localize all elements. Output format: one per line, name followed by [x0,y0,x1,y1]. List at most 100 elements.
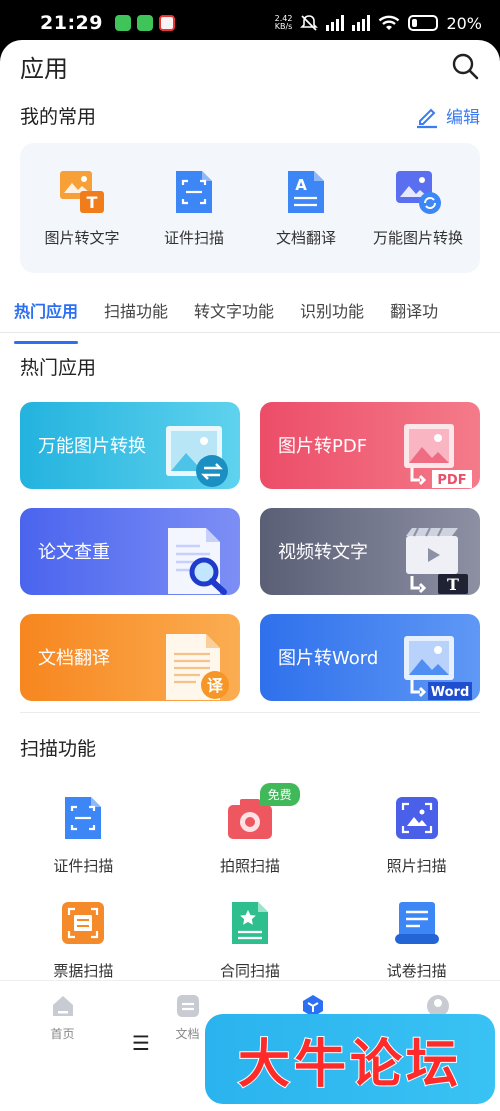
tab-to-text[interactable]: 转文字功能 [194,298,274,334]
page-title: 应用 [20,54,68,83]
receipt-scan-icon [62,902,105,944]
image-convert-art-icon [166,426,228,487]
scan-camera[interactable]: 免费 拍照扫描 [167,783,334,876]
signal-icon-1 [326,15,345,31]
hot-card-image-to-pdf[interactable]: 图片转PDF PDF [260,402,480,489]
scan-title: 扫描功能 [20,738,97,760]
home-icon [52,996,73,1016]
exam-scan-icon [394,902,439,944]
scan-receipt[interactable]: 票据扫描 [0,900,167,981]
tab-scan[interactable]: 扫描功能 [104,298,168,334]
hot-card-label: 文档翻译 [38,648,110,669]
app-surface: 应用 我的常用 编辑 T 图片转文字 证件扫描 A 文档翻译 万能图片转换 热门… [0,40,500,1111]
scan-label: 照片扫描 [386,857,447,875]
tab-recognize[interactable]: 识别功能 [300,298,364,334]
scan-id[interactable]: 证件扫描 [0,795,167,876]
scan-header: 扫描功能 [20,734,480,761]
nav-label: 文档 [175,1027,200,1041]
scan-exam[interactable]: 试卷扫描 [333,900,500,981]
image-to-word-art-icon: Word [404,636,472,700]
fav-label: 万能图片转换 [372,228,463,247]
favorites-header: 我的常用 编辑 [20,102,480,129]
fav-label: 文档翻译 [275,228,336,247]
notification-icons [114,15,175,31]
hot-card-label: 论文查重 [38,542,110,563]
search-icon[interactable] [450,51,480,81]
top-bar: 应用 [20,46,480,86]
tabs-divider [0,332,500,333]
scan-label: 试卷扫描 [386,962,447,980]
hot-card-video-to-text[interactable]: 视频转文字 T [260,508,480,595]
translate-badge: 译 [207,676,224,695]
doc-translate-icon: A [288,170,324,213]
favorites-card: T 图片转文字 证件扫描 A 文档翻译 万能图片转换 [20,143,480,273]
nav-home[interactable]: 首页 [23,993,103,1111]
forum-watermark: 大牛论坛 [205,1014,495,1104]
section-divider [20,712,480,713]
hot-card-label: 视频转文字 [278,542,368,563]
document-icon [176,995,199,1017]
hot-header: 热门应用 [20,353,480,380]
chat-notification-icon [114,15,131,31]
magnifier-document-art-icon [168,528,227,595]
category-tabs: 热门应用 扫描功能 转文字功能 识别功能 翻译功 [0,298,500,344]
photo-scan-icon [395,797,438,839]
status-time: 21:29 [40,12,103,34]
hot-card-label: 图片转PDF [278,436,368,457]
nav-label: 首页 [50,1027,75,1041]
app-notification-icon [136,15,153,31]
id-scan-icon [176,170,212,213]
video-to-text-art-icon: T [406,527,468,594]
hot-card-image-convert[interactable]: 万能图片转换 [20,402,240,489]
contract-scan-icon [231,902,268,944]
doc-translate-art-icon: 译 [166,634,229,700]
hot-card-plagiarism-check[interactable]: 论文查重 [20,508,240,595]
tab-hot-apps[interactable]: 热门应用 [14,298,79,344]
network-speed: 2.42 KB/s [274,14,293,31]
image-to-text-icon: T [60,170,104,213]
fav-image-convert[interactable]: 万能图片转换 [363,169,473,248]
svg-text:T: T [87,193,98,212]
image-to-pdf-art-icon: PDF [404,424,472,488]
pencil-icon [417,108,437,128]
id-scan-icon [65,797,102,839]
fav-image-to-text[interactable]: T 图片转文字 [27,169,137,248]
scan-label: 票据扫描 [53,962,114,980]
hot-apps-grid: 万能图片转换 图片转PDF PDF 论文查重 视频转文字 T 文档翻译 译 图片… [20,402,480,701]
menu-icon[interactable]: ☰ [132,1031,150,1055]
status-right: 2.42 KB/s 20% [275,14,482,33]
svg-text:A: A [295,176,307,194]
signal-icon-2 [352,15,371,31]
edit-label: 编辑 [446,108,480,128]
watermark-text: 大牛论坛 [237,1034,462,1096]
word-badge: Word [431,685,470,700]
text-t-badge: T [447,575,459,594]
battery-percent: 20% [446,13,482,33]
favorites-title: 我的常用 [20,106,97,128]
wifi-icon [379,15,400,30]
scan-label: 证件扫描 [53,857,114,875]
tab-translate[interactable]: 翻译功 [390,298,438,334]
pdf-badge: PDF [437,473,466,488]
hot-card-doc-translate[interactable]: 文档翻译 译 [20,614,240,701]
hot-card-image-to-word[interactable]: 图片转Word Word [260,614,480,701]
scan-photo[interactable]: 照片扫描 [333,795,500,876]
hot-card-label: 万能图片转换 [38,436,146,457]
scan-label: 合同扫描 [219,962,280,980]
image-convert-icon [396,170,441,214]
fav-label: 证件扫描 [163,228,224,247]
battery-icon [408,15,439,31]
mute-icon [300,15,319,31]
fav-id-scan[interactable]: 证件扫描 [139,169,249,248]
phone-screen: 21:29 2.42 KB/s 20% 应用 我的常用 编辑 T 图片转文字 证… [0,0,500,1111]
fav-label: 图片转文字 [44,228,120,247]
calendar-notification-icon [158,15,175,31]
hot-title: 热门应用 [20,357,97,379]
hot-card-label: 图片转Word [278,648,379,669]
edit-button[interactable]: 编辑 [414,103,480,129]
scan-contract[interactable]: 合同扫描 [167,900,334,981]
scan-label: 拍照扫描 [219,857,280,875]
scan-grid: 证件扫描 免费 拍照扫描 照片扫描 票据扫描 合同扫描 试卷扫描 [0,783,500,981]
fav-doc-translate[interactable]: A 文档翻译 [251,169,361,248]
free-badge: 免费 [259,783,300,806]
